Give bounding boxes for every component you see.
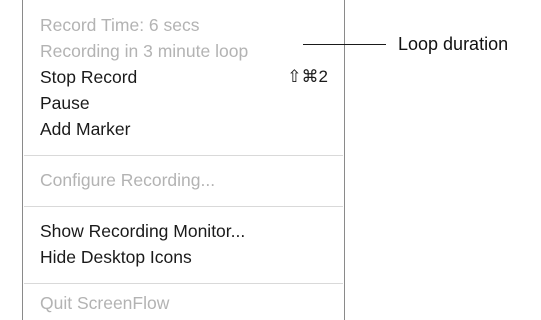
menu-separator [24,283,343,284]
menu-item-label: Add Marker [40,119,131,139]
menu-item-label: Stop Record [40,67,138,87]
menu-item-label: Recording in 3 minute loop [40,41,249,61]
menu-item-label: Record Time: 6 secs [40,15,200,35]
menu-item-loop-duration: Recording in 3 minute loop [40,38,328,64]
menu-item-label: Pause [40,93,90,113]
menu-item-label: Configure Recording... [40,170,216,190]
screenflow-status-menu: Record Time: 6 secs Recording in 3 minut… [22,0,345,320]
menu-item-configure-recording: Configure Recording... [40,167,328,193]
menu-item-label: Quit ScreenFlow [40,293,170,313]
menu-item-stop-record[interactable]: Stop Record ⇧⌘2 [40,64,328,90]
menu-separator [24,155,343,156]
menu-item-record-time: Record Time: 6 secs [40,12,328,38]
menu-item-add-marker[interactable]: Add Marker [40,116,328,142]
menu-item-pause[interactable]: Pause [40,90,328,116]
keyboard-shortcut: ⇧⌘2 [287,67,328,86]
menu-item-hide-desktop-icons[interactable]: Hide Desktop Icons [40,244,328,270]
callout-label: Loop duration [398,34,509,54]
menu-item-label: Hide Desktop Icons [40,247,192,267]
menu-item-show-recording-monitor[interactable]: Show Recording Monitor... [40,218,328,244]
menu-separator [24,206,343,207]
menu-item-quit-screenflow: Quit ScreenFlow [40,290,328,316]
menu-item-label: Show Recording Monitor... [40,221,246,241]
callout-leader-line [303,44,386,45]
